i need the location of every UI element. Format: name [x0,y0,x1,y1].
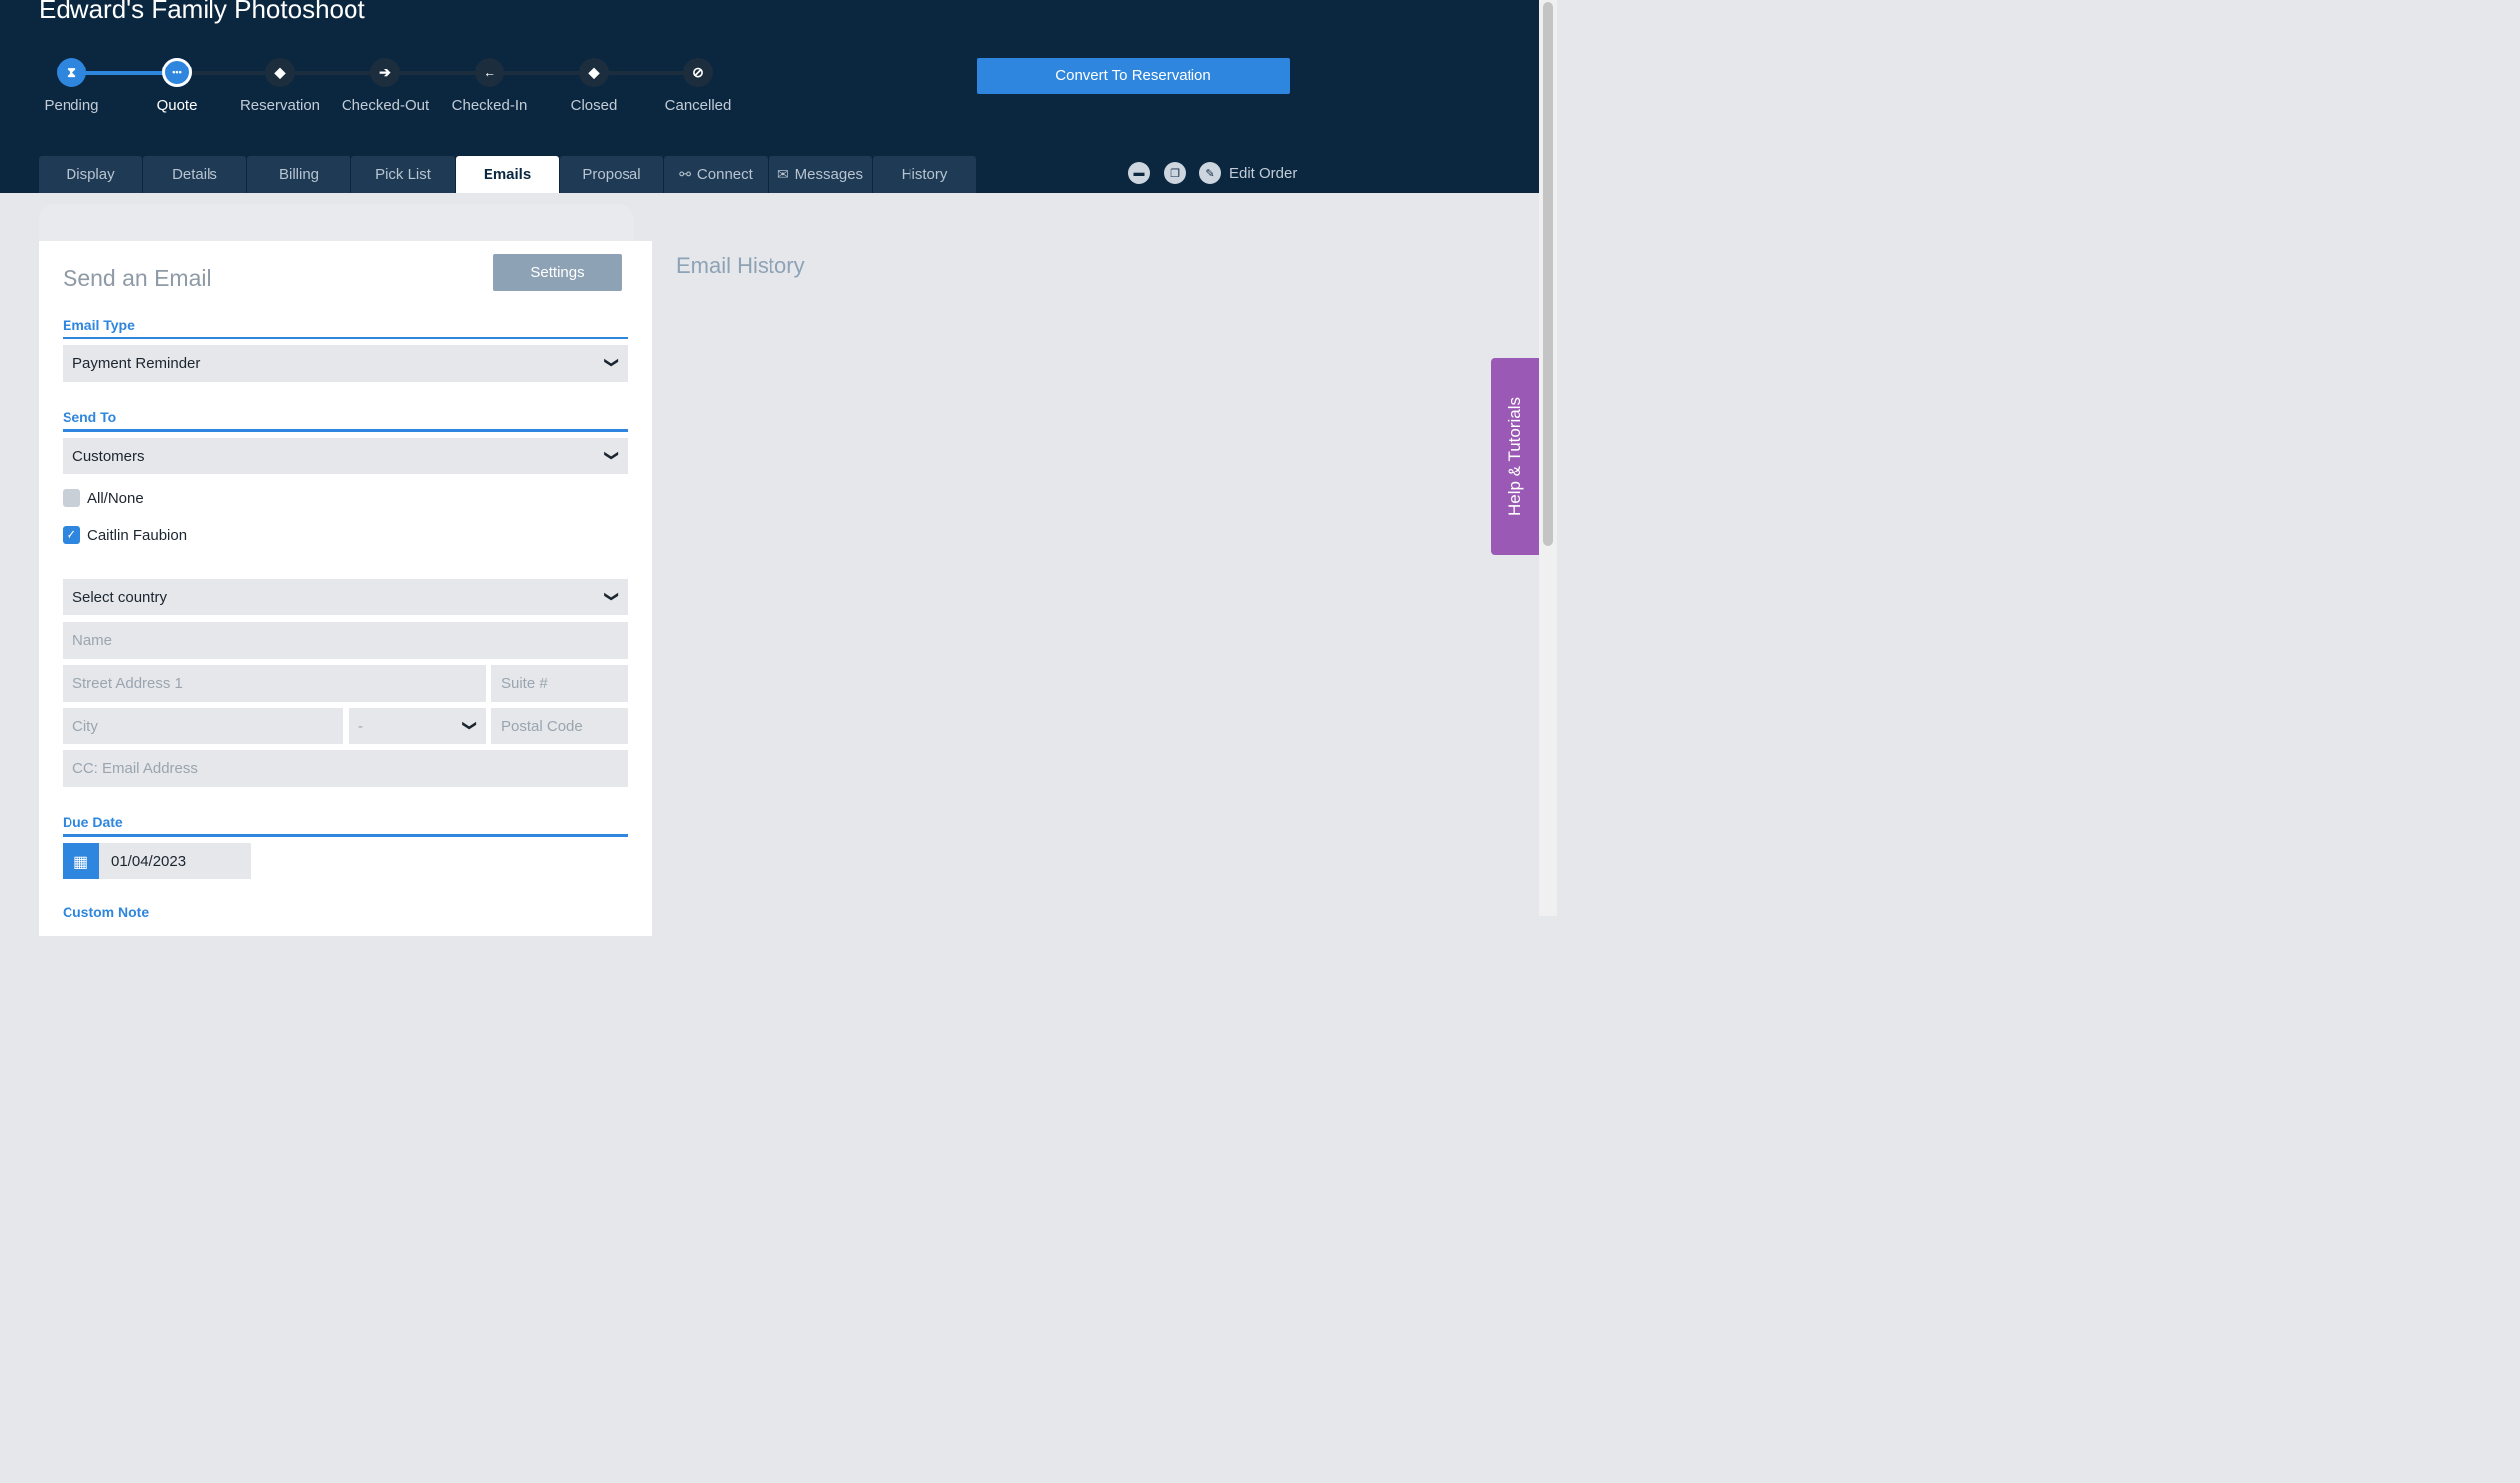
chevron-down-icon: ❯ [462,719,479,732]
tag-check-icon: ◆ [579,58,609,87]
email-type-value: Payment Reminder [72,355,201,372]
send-to-select[interactable]: Customers ❯ [63,438,628,474]
scrollbar-thumb[interactable] [1543,2,1553,546]
step-checked-in: ← Checked-In [430,58,549,114]
city-field[interactable]: City [63,708,343,744]
tab-label: History [901,166,948,183]
tab-label: Details [172,166,217,183]
step-label: Quote [156,97,198,114]
tab-label: Messages [794,166,864,183]
name-field[interactable]: Name [63,622,628,659]
recipient-checkbox-row[interactable]: ✓ Caitlin Faubion [63,526,187,544]
cc-email-field[interactable]: CC: Email Address [63,750,628,787]
recipient-label: Caitlin Faubion [87,526,188,544]
step-label: Reservation [239,97,321,114]
street-address-field[interactable]: Street Address 1 [63,665,486,702]
tab-label: Emails [483,166,532,183]
page-scrollbar[interactable] [1539,0,1557,916]
help-tutorials-tab[interactable]: Help & Tutorials [1491,358,1539,555]
send-to-value: Customers [72,448,145,465]
country-select[interactable]: Select country ❯ [63,579,628,615]
connect-icon: ⚯ [679,166,691,182]
state-select[interactable]: - ❯ [349,708,486,744]
postal-code-field[interactable]: Postal Code [491,708,628,744]
inbox-icon: ✉ [776,166,789,182]
chevron-down-icon: ❯ [604,590,621,603]
step-label: Checked-In [451,97,528,114]
step-label: Cancelled [664,97,732,114]
cancel-icon: ⊘ [683,58,713,87]
chevron-down-icon: ❯ [604,356,621,369]
tab-details[interactable]: Details [143,156,246,193]
header-actions: ▬ ❐ ✎ Edit Order [1128,162,1297,184]
email-type-label: Email Type [63,317,628,339]
tab-label: Pick List [375,166,431,183]
tab-label: Display [66,166,115,183]
step-pending: ⧗ Pending [12,58,131,114]
due-date-picker[interactable]: ▦ 01/04/2023 [63,843,251,879]
chevron-down-icon: ❯ [604,449,621,462]
due-date-value[interactable]: 01/04/2023 [99,843,251,879]
settings-button[interactable]: Settings [493,254,622,291]
tab-messages[interactable]: ✉ Messages [769,156,872,193]
state-value: - [358,718,363,735]
status-stepper: ⧗ Pending ••• Quote ◆ Reservation ➔ Checked-Out… [0,0,794,129]
recipient-checkbox[interactable]: ✓ [63,526,80,544]
all-none-label: All/None [87,489,144,507]
tab-history[interactable]: History [873,156,976,193]
print-icon[interactable]: ▬ [1128,162,1150,184]
custom-note-label: Custom Note [63,904,150,920]
tag-icon: ◆ [265,58,295,87]
arrow-right-icon: ➔ [370,58,400,87]
country-placeholder: Select country [72,589,168,606]
tab-pick-list[interactable]: Pick List [351,156,455,193]
tab-display[interactable]: Display [39,156,142,193]
step-checked-out: ➔ Checked-Out [326,58,445,114]
tab-billing[interactable]: Billing [247,156,350,193]
step-label: Pending [44,97,99,114]
send-to-label: Send To [63,409,628,432]
order-header: Edward's Family Photoshoot ⧗ Pending ••• Qu… [0,0,1539,193]
step-label: Checked-Out [341,97,430,114]
convert-to-reservation-button[interactable]: Convert To Reservation [977,58,1290,94]
tab-label: Billing [278,166,320,183]
panel-title: Send an Email [63,265,211,291]
tab-label: Proposal [582,166,641,183]
email-type-select[interactable]: Payment Reminder ❯ [63,345,628,382]
ellipsis-icon: ••• [162,58,192,87]
hourglass-icon: ⧗ [57,58,86,87]
send-email-panel: Send an Email Settings Email Type Paymen… [39,241,652,936]
order-tabs: Display Details Billing Pick List Emails Prop… [39,156,977,193]
email-history-title: Email History [676,253,805,278]
help-tutorials-label: Help & Tutorials [1505,397,1524,516]
tab-proposal[interactable]: Proposal [560,156,663,193]
tab-emails[interactable]: Emails [456,156,559,193]
tab-connect[interactable]: ⚯ Connect [664,156,768,193]
tab-label: Connect [696,166,753,183]
all-none-checkbox-row[interactable]: All/None [63,489,144,507]
all-none-checkbox[interactable] [63,489,80,507]
edit-icon[interactable]: ✎ [1199,162,1221,184]
step-cancelled: ⊘ Cancelled [638,58,758,114]
step-quote: ••• Quote [117,58,236,114]
due-date-label: Due Date [63,814,628,837]
step-label: Closed [570,97,618,114]
suite-field[interactable]: Suite # [491,665,628,702]
arrow-left-icon: ← [475,58,504,87]
step-closed: ◆ Closed [534,58,653,114]
duplicate-icon[interactable]: ❐ [1164,162,1186,184]
step-reservation: ◆ Reservation [220,58,340,114]
calendar-icon[interactable]: ▦ [63,843,99,879]
edit-order-link[interactable]: Edit Order [1229,165,1297,182]
